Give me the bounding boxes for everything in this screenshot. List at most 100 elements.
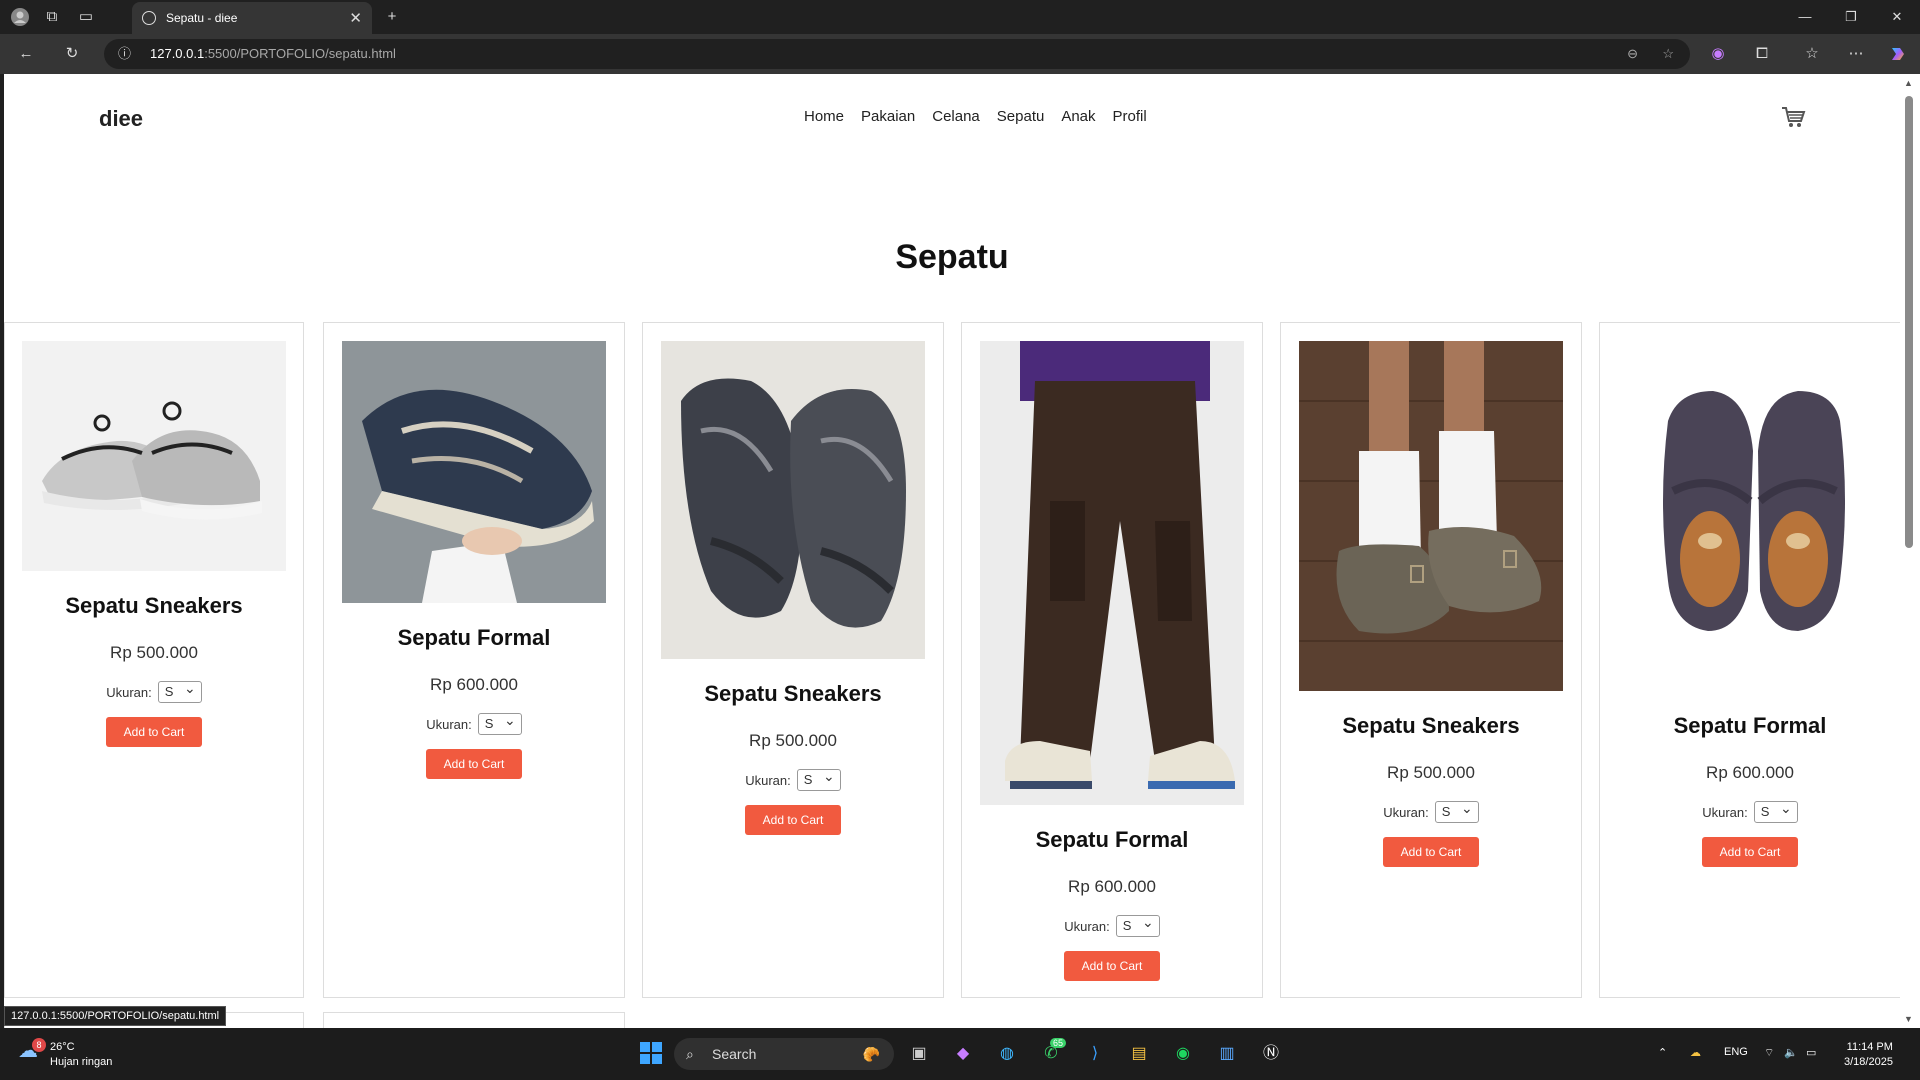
zoom-icon[interactable]: ⊖	[1627, 39, 1638, 69]
search-label: Search	[712, 1046, 757, 1062]
task-view-icon[interactable]: ▣	[906, 1041, 932, 1067]
nav-anak[interactable]: Anak	[1061, 108, 1095, 125]
size-row: Ukuran: S	[324, 710, 624, 735]
product-card: Sepatu Sneakers Rp 500.000 Ukuran: S Add…	[4, 322, 304, 998]
tray-chevron-icon[interactable]: ⌃	[1658, 1046, 1667, 1059]
product-card: Sepatu Sneakers Rp 500.000 Ukuran: S Add…	[642, 322, 944, 998]
product-price: Rp 500.000	[110, 643, 198, 662]
edge-icon[interactable]: ◍	[994, 1041, 1020, 1067]
add-to-cart-button[interactable]: Add to Cart	[1382, 837, 1480, 867]
size-select[interactable]: S	[477, 710, 522, 735]
more-icon[interactable]: ⋯	[1846, 44, 1866, 64]
size-label: Ukuran:	[1702, 804, 1748, 820]
size-label: Ukuran:	[426, 716, 472, 732]
link-status-tooltip: 127.0.0.1:5500/PORTOFOLIO/sepatu.html	[4, 1006, 227, 1026]
file-explorer-icon[interactable]: ▤	[1126, 1041, 1152, 1067]
url-path: :5500/PORTOFOLIO/sepatu.html	[204, 46, 396, 61]
page-scrollbar[interactable]: ▲ ▼	[1900, 74, 1920, 1028]
product-card: Sepatu Sneakers Rp 500.000 Ukuran: S Add…	[1280, 322, 1582, 998]
nav-sepatu[interactable]: Sepatu	[997, 108, 1045, 125]
start-icon[interactable]	[638, 1041, 664, 1067]
tab-sepatu[interactable]: Sepatu - diee ✕	[132, 2, 372, 34]
wifi-icon[interactable]: ⌔	[1764, 1046, 1774, 1060]
product-image[interactable]	[22, 341, 286, 571]
product-name: Sepatu Formal	[397, 625, 551, 650]
nav-celana[interactable]: Celana	[932, 108, 980, 125]
size-row: Ukuran: S	[643, 766, 943, 791]
site-logo[interactable]: diee	[99, 106, 143, 132]
profile-icon[interactable]	[10, 7, 30, 27]
favorites-icon[interactable]: ☆	[1802, 44, 1822, 64]
product-image[interactable]	[661, 341, 925, 659]
search-highlight-icon: 🥐	[862, 1046, 880, 1062]
product-name: Sepatu Sneakers	[704, 681, 882, 706]
copilot-extension-icon[interactable]: ◉	[1708, 44, 1728, 64]
url-field[interactable]: ⓘ 127.0.0.1:5500/PORTOFOLIO/sepatu.html …	[104, 39, 1690, 69]
spotify-icon[interactable]: ◉	[1170, 1041, 1196, 1067]
add-to-cart-button[interactable]: Add to Cart	[105, 717, 203, 747]
whatsapp-badge: 65	[1050, 1038, 1067, 1048]
size-label: Ukuran:	[1064, 918, 1110, 934]
cart-icon[interactable]	[1780, 104, 1806, 130]
back-icon[interactable]: ←	[16, 44, 36, 64]
size-select[interactable]: S	[1115, 912, 1160, 937]
scroll-up-icon[interactable]: ▲	[1904, 78, 1913, 88]
minimize-button[interactable]: —	[1782, 0, 1828, 34]
refresh-icon[interactable]: ↻	[62, 44, 82, 64]
battery-icon[interactable]: ▭	[1806, 1046, 1816, 1059]
product-card: Sepatu Formal Rp 600.000 Ukuran: S Add t…	[1599, 322, 1900, 998]
size-select[interactable]: S	[1753, 798, 1798, 823]
restore-button[interactable]: ❐	[1828, 0, 1874, 34]
page-title: Sepatu	[895, 238, 1009, 276]
scrollbar-thumb[interactable]	[1905, 96, 1913, 548]
clock-date: 3/18/2025	[1844, 1056, 1893, 1068]
notepad-icon[interactable]: ▥	[1214, 1041, 1240, 1067]
add-to-cart-button[interactable]: Add to Cart	[1701, 837, 1799, 867]
product-image[interactable]	[1618, 341, 1882, 691]
tab-actions-icon[interactable]: ▭	[76, 7, 96, 27]
product-name: Sepatu Formal	[1035, 827, 1189, 852]
onedrive-icon[interactable]: ☁	[1690, 1046, 1701, 1059]
product-image[interactable]	[980, 341, 1244, 805]
favorite-star-icon[interactable]: ☆	[1662, 39, 1674, 69]
weather-widget[interactable]: ☁ 8 26°C Hujan ringan	[18, 1038, 113, 1070]
nav-profil[interactable]: Profil	[1113, 108, 1147, 125]
copilot-icon[interactable]	[1888, 44, 1908, 64]
weather-desc: Hujan ringan	[50, 1056, 113, 1068]
close-tab-icon[interactable]: ✕	[349, 9, 362, 27]
product-name: Sepatu Formal	[1673, 713, 1827, 738]
extensions-icon[interactable]: ⧠	[1752, 44, 1772, 64]
new-tab-icon[interactable]: +	[382, 7, 402, 27]
workspaces-icon[interactable]: ⧉	[42, 7, 62, 27]
add-to-cart-button[interactable]: Add to Cart	[1063, 951, 1161, 981]
size-label: Ukuran:	[1383, 804, 1429, 820]
site-info-icon[interactable]: ⓘ	[118, 39, 131, 69]
taskbar-search[interactable]: ⌕ Search 🥐	[674, 1038, 894, 1070]
product-price: Rp 500.000	[1387, 763, 1475, 782]
main-nav: Home Pakaian Celana Sepatu Anak Profil	[804, 108, 1147, 125]
product-image[interactable]	[342, 341, 606, 603]
size-select[interactable]: S	[157, 678, 202, 703]
size-row: Ukuran: S	[5, 678, 303, 703]
size-select[interactable]: S	[1434, 798, 1479, 823]
vscode-icon[interactable]: ⟩	[1082, 1041, 1108, 1067]
weather-temp: 26°C	[50, 1041, 75, 1053]
scroll-down-icon[interactable]: ▼	[1904, 1014, 1913, 1024]
weather-badge: 8	[32, 1038, 46, 1052]
language-indicator[interactable]: ENG	[1724, 1046, 1748, 1058]
product-name: Sepatu Sneakers	[65, 593, 243, 618]
volume-icon[interactable]: 🔈	[1784, 1046, 1798, 1059]
notion-icon[interactable]: Ⓝ	[1258, 1041, 1284, 1067]
taskbar-clock[interactable]: 11:14 PM 3/18/2025	[1844, 1040, 1893, 1070]
nav-pakaian[interactable]: Pakaian	[861, 108, 915, 125]
product-card-next-row	[323, 1012, 625, 1028]
add-to-cart-button[interactable]: Add to Cart	[425, 749, 523, 779]
size-row: Ukuran: S	[962, 912, 1262, 937]
nav-home[interactable]: Home	[804, 108, 844, 125]
clock-time: 11:14 PM	[1846, 1041, 1893, 1053]
close-window-button[interactable]: ✕	[1874, 0, 1920, 34]
product-image[interactable]	[1299, 341, 1563, 691]
size-select[interactable]: S	[796, 766, 841, 791]
add-to-cart-button[interactable]: Add to Cart	[744, 805, 842, 835]
copilot-app-icon[interactable]: ◆	[950, 1041, 976, 1067]
